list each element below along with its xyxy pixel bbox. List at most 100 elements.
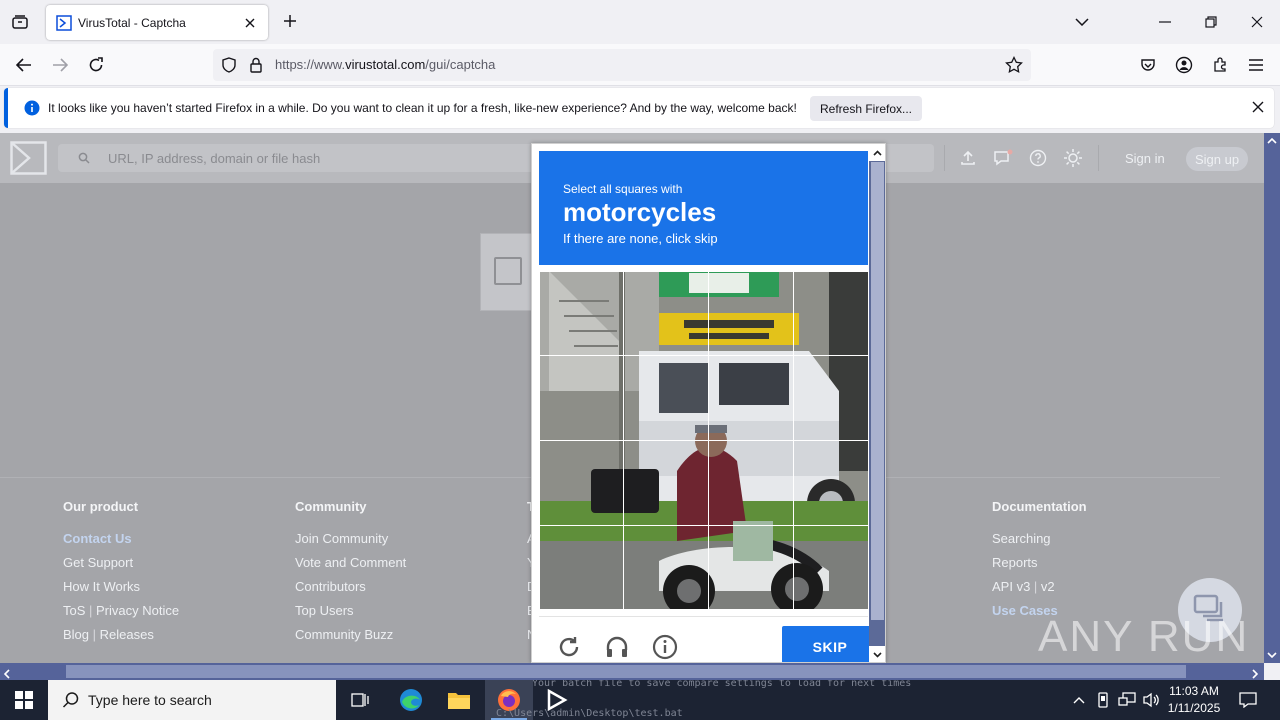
footer-link-tos[interactable]: ToS xyxy=(63,603,85,618)
grid-tile-10[interactable] xyxy=(623,440,709,526)
action-center-icon[interactable] xyxy=(1236,688,1260,712)
challenge-scrollbar[interactable] xyxy=(869,144,885,662)
audio-challenge-headphones-icon[interactable] xyxy=(603,633,631,661)
upload-icon[interactable] xyxy=(958,148,978,168)
extensions-icon[interactable] xyxy=(1208,53,1232,77)
footer-link-get-support[interactable]: Get Support xyxy=(63,555,179,579)
grid-tile-8[interactable] xyxy=(793,355,868,441)
footer-link-releases[interactable]: Releases xyxy=(100,627,154,642)
pocket-icon[interactable] xyxy=(1136,53,1160,77)
grid-tile-7[interactable] xyxy=(708,355,794,441)
volume-icon[interactable] xyxy=(1141,690,1161,710)
grid-tile-5[interactable] xyxy=(539,355,624,441)
footer-link-vote-and-comment[interactable]: Vote and Comment xyxy=(295,555,406,579)
recaptcha-challenge-popup: Select all squares with motorcycles If t… xyxy=(531,143,886,663)
refresh-firefox-button[interactable]: Refresh Firefox... xyxy=(810,96,922,121)
network-icon[interactable] xyxy=(1117,690,1137,710)
tab-virustotal[interactable]: VirusTotal - Captcha xyxy=(46,5,268,40)
info-icon xyxy=(24,100,40,119)
challenge-scroll-down-icon[interactable] xyxy=(869,646,885,662)
url-text[interactable]: https://www.virustotal.com/gui/captcha xyxy=(275,57,495,72)
grid-tile-4[interactable] xyxy=(793,271,868,356)
minimize-icon[interactable] xyxy=(1153,10,1177,34)
footer-community: Community Join Community Vote and Commen… xyxy=(295,499,406,651)
footer-link-api-v3[interactable]: API v3 xyxy=(992,579,1030,594)
page-scroll-down-icon[interactable] xyxy=(1264,647,1280,663)
tab-list-icon[interactable] xyxy=(8,10,32,34)
tab-close-icon[interactable] xyxy=(242,15,258,31)
sign-up-button[interactable]: Sign up xyxy=(1186,147,1248,171)
footer-link-privacy-notice[interactable]: Privacy Notice xyxy=(96,603,179,618)
menu-hamburger-icon[interactable] xyxy=(1244,53,1268,77)
tab-title: VirusTotal - Captcha xyxy=(78,15,186,30)
page-vertical-scrollbar[interactable] xyxy=(1264,133,1280,663)
restore-icon[interactable] xyxy=(1199,10,1223,34)
grid-tile-16[interactable] xyxy=(793,525,868,609)
page-scroll-up-icon[interactable] xyxy=(1264,133,1280,149)
grid-tile-9[interactable] xyxy=(539,440,624,526)
footer-link-community-buzz[interactable]: Community Buzz xyxy=(295,627,406,651)
show-hidden-icons-chevron-icon[interactable] xyxy=(1069,690,1089,710)
refresh-firefox-notification: It looks like you haven’t started Firefo… xyxy=(4,88,1274,128)
taskbar-search-box[interactable]: Type here to search xyxy=(48,680,336,720)
grid-tile-1[interactable] xyxy=(539,271,624,356)
new-tab-icon[interactable] xyxy=(280,11,300,31)
list-all-tabs-icon[interactable] xyxy=(1070,10,1094,34)
grid-tile-2[interactable] xyxy=(623,271,709,356)
lock-icon[interactable] xyxy=(249,57,263,76)
bookmark-star-icon[interactable] xyxy=(1005,55,1023,77)
notification-close-icon[interactable] xyxy=(1252,101,1264,116)
footer-heading-our-product: Our product xyxy=(63,499,139,514)
virustotal-logo-icon[interactable] xyxy=(10,141,48,175)
grid-tile-15[interactable] xyxy=(708,525,794,609)
footer-link-reports[interactable]: Reports xyxy=(992,555,1087,579)
footer-link-join-community[interactable]: Join Community xyxy=(295,531,406,555)
start-windows-icon[interactable] xyxy=(0,680,48,720)
grid-tile-14[interactable] xyxy=(623,525,709,609)
footer-link-how-it-works[interactable]: How It Works xyxy=(63,579,179,603)
vt-search-placeholder: URL, IP address, domain or file hash xyxy=(108,151,321,166)
skip-button[interactable]: SKIP xyxy=(782,626,878,662)
notifications-icon[interactable] xyxy=(993,148,1013,168)
edge-browser-icon[interactable] xyxy=(387,680,435,720)
task-view-icon[interactable] xyxy=(336,680,384,720)
grid-tile-6[interactable] xyxy=(623,355,709,441)
back-icon[interactable] xyxy=(12,53,36,77)
challenge-footer: SKIP xyxy=(539,616,878,662)
clock-date: 1/11/2025 xyxy=(1167,701,1221,715)
taskbar-clock[interactable]: 11:03 AM 1/11/2025 xyxy=(1160,683,1228,717)
footer-link-contact-us[interactable]: Contact Us xyxy=(63,531,179,555)
grid-tile-11[interactable] xyxy=(708,440,794,526)
tracking-protection-shield-icon[interactable] xyxy=(221,57,237,76)
grid-tile-13[interactable] xyxy=(539,525,624,609)
notification-message: It looks like you haven’t started Firefo… xyxy=(48,101,797,115)
help-icon[interactable] xyxy=(1028,148,1048,168)
reload-icon[interactable] xyxy=(84,53,108,77)
footer-row-blog-releases: Blog | Releases xyxy=(63,627,154,642)
challenge-hint: If there are none, click skip xyxy=(563,231,718,246)
url-bar[interactable]: https://www.virustotal.com/gui/captcha xyxy=(213,49,1031,81)
challenge-scroll-thumb[interactable] xyxy=(871,162,884,620)
file-explorer-icon[interactable] xyxy=(435,680,483,720)
footer-our-product: Our product Contact Us Get Support How I… xyxy=(63,499,179,651)
theme-toggle-sun-icon[interactable] xyxy=(1063,148,1083,168)
reload-challenge-icon[interactable] xyxy=(555,633,583,661)
footer-link-api-v2[interactable]: v2 xyxy=(1041,579,1055,594)
footer-link-blog[interactable]: Blog xyxy=(63,627,89,642)
page-horizontal-scroll-thumb[interactable] xyxy=(66,665,1186,678)
help-info-icon[interactable] xyxy=(651,633,679,661)
forward-icon[interactable] xyxy=(48,53,72,77)
footer-link-searching[interactable]: Searching xyxy=(992,531,1087,555)
page-horizontal-scrollbar[interactable] xyxy=(0,663,1264,680)
challenge-header: Select all squares with motorcycles If t… xyxy=(539,151,868,265)
account-icon[interactable] xyxy=(1172,53,1196,77)
sign-in-link[interactable]: Sign in xyxy=(1125,151,1165,166)
close-window-icon[interactable] xyxy=(1245,10,1269,34)
recaptcha-checkbox[interactable] xyxy=(494,257,522,285)
grid-tile-3[interactable] xyxy=(708,271,794,356)
challenge-scroll-up-icon[interactable] xyxy=(869,144,885,161)
grid-tile-12[interactable] xyxy=(793,440,868,526)
footer-link-top-users[interactable]: Top Users xyxy=(295,603,406,627)
device-tray-icon[interactable] xyxy=(1093,690,1113,710)
footer-link-contributors[interactable]: Contributors xyxy=(295,579,406,603)
